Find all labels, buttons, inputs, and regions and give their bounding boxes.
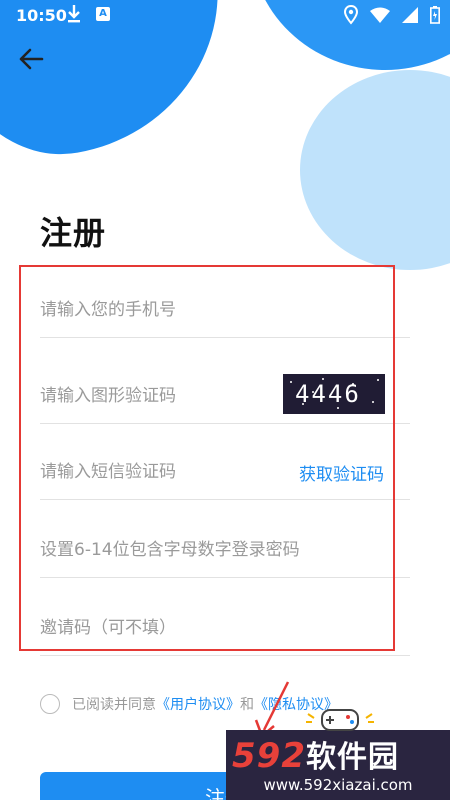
status-bar: 10:50 A [0,0,450,32]
watermark-url: www.592xiazai.com [263,776,413,794]
site-watermark: 592软件园 www.592xiazai.com [226,730,450,800]
agree-prefix: 已阅读并同意 [72,697,156,713]
captcha-field: 4446 [40,364,410,424]
sms-code-input[interactable] [40,452,270,492]
watermark-logo-number: 592 [232,736,306,776]
captcha-code: 4446 [295,380,361,408]
watermark-logo-cn: 软件园 [305,740,399,775]
status-time: 10:50 [16,6,67,25]
captcha-input[interactable] [40,376,270,416]
captcha-image[interactable]: 4446 [283,374,385,414]
invite-code-input[interactable] [40,608,270,648]
a-badge-icon: A [96,7,110,21]
watermark-logo: 592软件园 [232,732,399,776]
phone-field [40,278,410,338]
sms-field: 获取验证码 [40,440,410,500]
register-screen: 10:50 A 注册 请输入您的手机号 请输入图形验证码 4446 请输入短信验… [0,0,450,800]
decor-blob-right-light [300,70,450,270]
back-arrow-icon[interactable] [14,42,48,76]
wifi-icon [370,7,390,23]
page-title: 注册 [40,214,107,252]
gamepad-icon [306,709,374,731]
password-field [40,518,410,578]
password-input[interactable] [40,530,380,570]
download-icon [68,5,80,23]
invite-field [40,596,410,656]
signal-icon [402,7,418,23]
battery-icon [430,6,440,24]
status-icons [344,5,440,25]
agree-checkbox[interactable] [40,694,60,714]
phone-input[interactable] [40,290,270,330]
get-sms-code-button[interactable]: 获取验证码 [299,460,384,485]
user-agreement-link[interactable]: 《用户协议》 [156,694,240,714]
location-icon [344,5,358,25]
